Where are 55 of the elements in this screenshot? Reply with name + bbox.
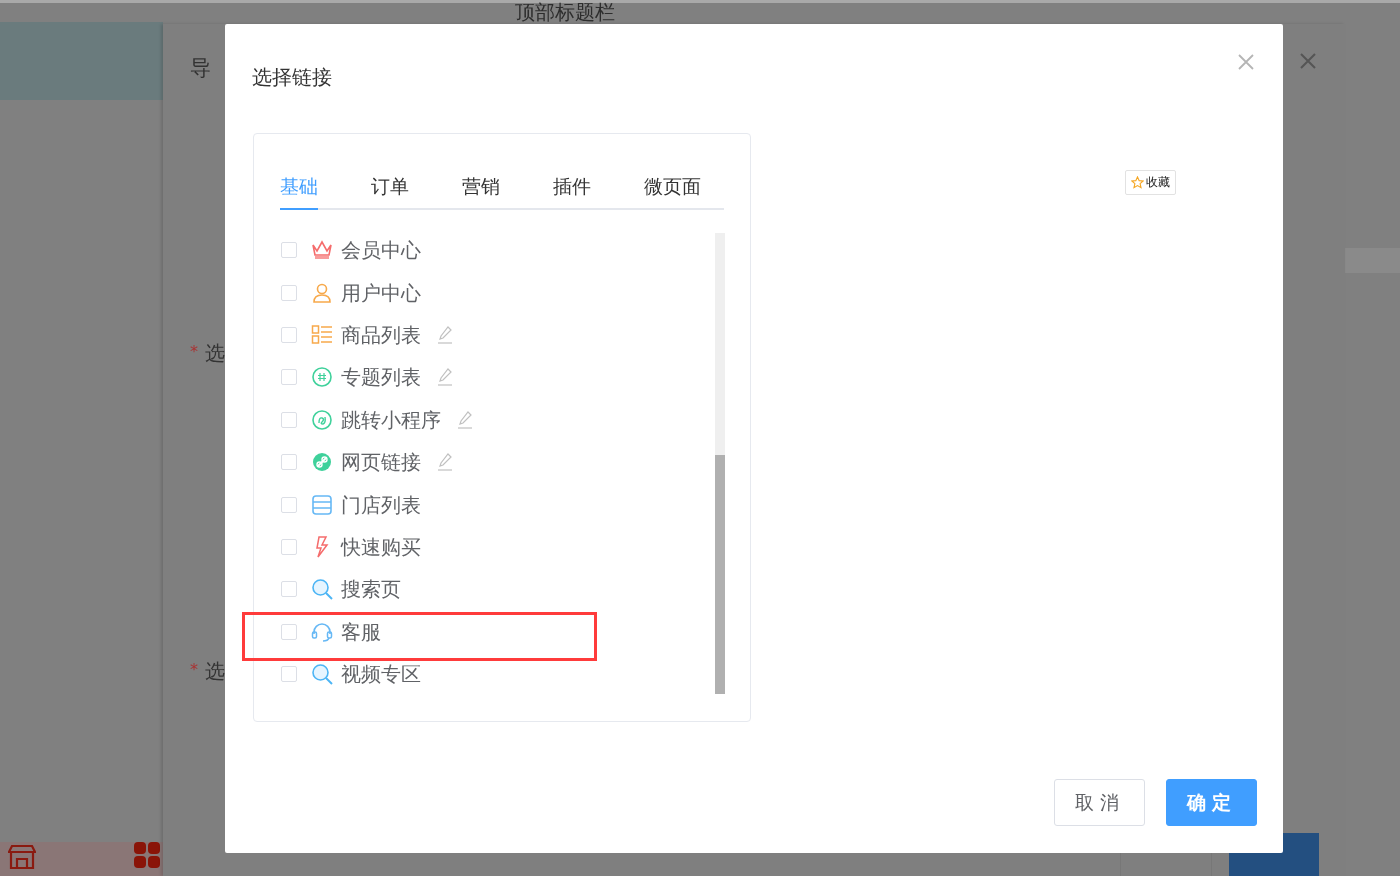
link-label[interactable]: 用户中心	[341, 279, 421, 306]
cancel-button[interactable]: 取消	[1054, 779, 1145, 826]
link-label[interactable]: 商品列表	[341, 321, 421, 348]
required-mark: *	[190, 660, 198, 679]
miniapp-icon	[311, 408, 333, 431]
checkbox[interactable]	[281, 242, 297, 259]
checkbox[interactable]	[281, 666, 297, 683]
checkbox[interactable]	[281, 581, 297, 598]
search-icon	[311, 578, 333, 601]
grid-icon[interactable]	[133, 841, 161, 869]
link-label[interactable]: 客服	[341, 618, 381, 645]
list-icon	[311, 323, 333, 346]
tab[interactable]: 微页面	[644, 174, 701, 210]
edit-icon[interactable]	[437, 325, 453, 344]
link-label[interactable]: 门店列表	[341, 491, 421, 518]
close-icon[interactable]	[1299, 52, 1317, 70]
scrollbar[interactable]	[715, 233, 725, 694]
dialog-title: 选择链接	[252, 64, 333, 90]
link-label[interactable]: 快速购买	[341, 533, 421, 560]
tab[interactable]: 营销	[462, 174, 500, 210]
checkbox[interactable]	[281, 538, 297, 555]
favorite-button[interactable]: 收藏	[1125, 170, 1176, 195]
checkbox[interactable]	[281, 496, 297, 513]
edit-icon[interactable]	[437, 453, 453, 472]
search-icon	[311, 663, 333, 686]
tab[interactable]: 插件	[553, 174, 591, 210]
field-label: 选	[205, 658, 225, 685]
edit-icon[interactable]	[437, 368, 453, 387]
checkbox[interactable]	[281, 411, 297, 428]
checkbox[interactable]	[281, 326, 297, 343]
checkbox[interactable]	[281, 369, 297, 386]
checkbox[interactable]	[281, 454, 297, 471]
checkbox[interactable]	[281, 284, 297, 301]
hash-bubble-icon	[311, 366, 333, 389]
link-label[interactable]: 视频专区	[341, 661, 421, 688]
star-icon	[1131, 176, 1144, 189]
edit-icon[interactable]	[457, 410, 473, 429]
link-label[interactable]: 网页链接	[341, 449, 421, 476]
close-icon[interactable]	[1238, 54, 1254, 70]
link-label[interactable]: 搜索页	[341, 576, 401, 603]
link-label[interactable]: 跳转小程序	[341, 406, 441, 433]
crown-icon	[311, 239, 333, 262]
field-label: 选	[205, 340, 225, 367]
header-title: 顶部标题栏	[515, 0, 615, 24]
checkbox[interactable]	[281, 623, 297, 640]
tab[interactable]: 订单	[371, 174, 409, 210]
link-label[interactable]: 专题列表	[341, 364, 421, 391]
required-mark: *	[190, 342, 198, 361]
store-icon[interactable]	[8, 842, 36, 870]
headset-icon	[311, 620, 333, 643]
link-icon	[311, 451, 333, 474]
user-icon	[311, 281, 333, 304]
link-label[interactable]: 会员中心	[341, 237, 421, 264]
dialog-title: 导	[190, 55, 211, 82]
store-list-icon	[311, 493, 333, 516]
